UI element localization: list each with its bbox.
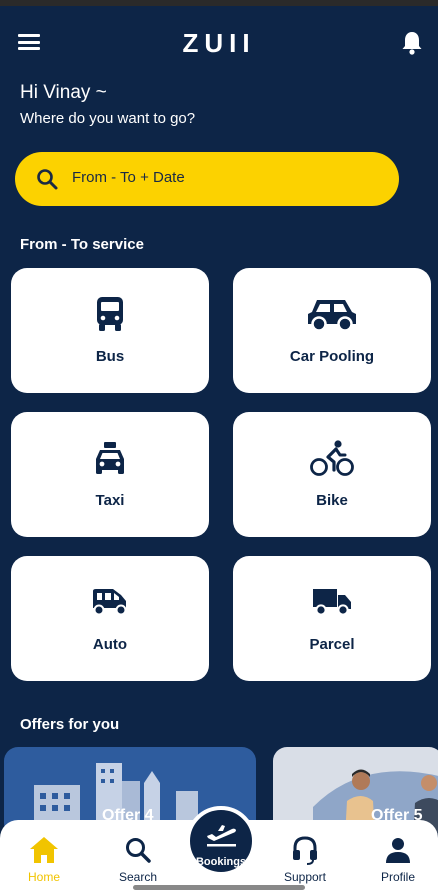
service-label-parcel: Parcel (309, 636, 355, 653)
truck-icon (233, 582, 431, 622)
nav-search[interactable]: Search (98, 834, 178, 884)
nav-home[interactable]: Home (4, 834, 84, 884)
services-section-title: From - To service (20, 236, 144, 253)
search-icon (98, 834, 178, 866)
service-card-taxi[interactable]: Taxi (11, 412, 209, 537)
search-icon (35, 167, 59, 191)
nav-support-label: Support (283, 870, 327, 884)
app-logo: ZUII (182, 28, 256, 58)
service-label-auto: Auto (92, 636, 128, 653)
home-indicator (133, 885, 305, 890)
status-strip (0, 0, 438, 6)
service-label-bike: Bike (316, 492, 348, 509)
service-label-bus: Bus (95, 348, 125, 365)
offers-section-title: Offers for you (20, 716, 120, 733)
service-card-auto[interactable]: Auto (11, 556, 209, 681)
bookings-label: Bookings (195, 856, 247, 868)
notification-bell-icon[interactable] (400, 30, 424, 56)
bookings-button[interactable]: Bookings (186, 806, 256, 876)
route-search-bar[interactable]: From - To + Date (15, 152, 399, 206)
greeting-text: Hi Vinay ~ (20, 82, 107, 103)
destination-prompt: Where do you want to go? (20, 110, 196, 127)
headset-icon (265, 834, 345, 866)
service-card-bike[interactable]: Bike (233, 412, 431, 537)
taxi-icon (11, 438, 209, 478)
car-icon (233, 294, 431, 334)
service-card-car-pooling[interactable]: Car Pooling (233, 268, 431, 393)
service-label-taxi: Taxi (95, 492, 125, 509)
bike-icon (233, 438, 431, 478)
airplane-departure-icon (190, 820, 252, 848)
nav-search-label: Search (118, 870, 158, 884)
service-card-parcel[interactable]: Parcel (233, 556, 431, 681)
nav-profile[interactable]: Profile (358, 834, 438, 884)
nav-support[interactable]: Support (265, 834, 345, 884)
search-placeholder: From - To + Date (72, 169, 185, 186)
nav-profile-label: Profile (380, 870, 415, 884)
nav-home-label: Home (27, 870, 60, 884)
service-label-car-pooling: Car Pooling (289, 348, 375, 365)
bus-icon (11, 294, 209, 334)
auto-rickshaw-icon (11, 582, 209, 622)
user-icon (358, 834, 438, 866)
service-card-bus[interactable]: Bus (11, 268, 209, 393)
app-header: ZUII (0, 20, 438, 64)
home-icon (4, 834, 84, 866)
